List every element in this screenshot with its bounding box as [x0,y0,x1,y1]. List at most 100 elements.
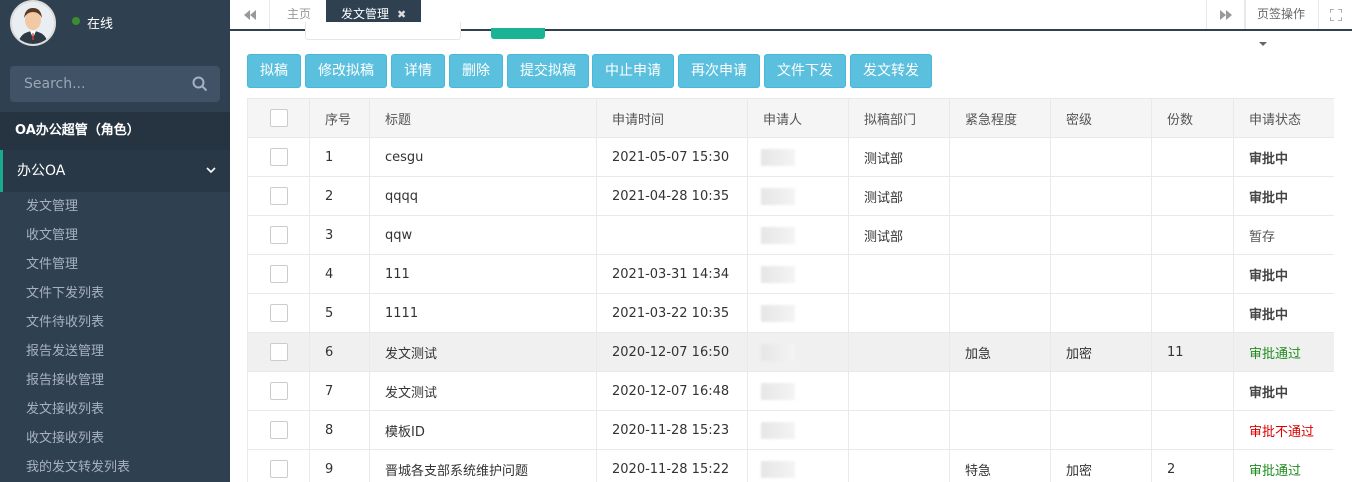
filter-input[interactable] [305,22,461,40]
avatar[interactable] [10,0,56,46]
cell-applicant [747,215,849,255]
cell-no: 3 [309,215,370,255]
edit-draft-button[interactable]: 修改拟稿 [305,54,387,88]
role-title: OA办公超管（角色） [0,112,230,150]
filter-search-button[interactable] [491,28,545,39]
sidebar-search [10,66,220,102]
table-row[interactable]: 8 模板ID 2020-11-28 15:23 审批不通过 [247,410,1334,450]
table-row[interactable]: 1 cesgu 2021-05-07 15:30 测试部 审批中 [247,137,1334,177]
cell-dept [848,254,950,294]
sidebar-item-report-send-management[interactable]: 报告发送管理 [0,337,230,366]
row-checkbox[interactable] [269,304,288,322]
table-row[interactable]: 7 发文测试 2020-12-07 16:48 审批中 [247,371,1334,411]
cell-urgency [949,254,1051,294]
cell-urgency [949,215,1051,255]
row-checkbox[interactable] [269,187,288,205]
row-checkbox[interactable] [269,265,288,283]
cell-copies [1151,254,1234,294]
row-checkbox-cell [247,215,310,255]
detail-button[interactable]: 详情 [391,54,445,88]
column-header[interactable]: 申请时间 [596,98,748,138]
table-row[interactable]: 9 晋城各支部系统维护问题 2020-11-28 15:22 特急 加密 2 审… [247,449,1334,482]
cell-no: 8 [309,410,370,450]
cell-dept: 测试部 [848,176,950,216]
cell-time: 2021-05-07 15:30 [596,137,748,177]
column-header[interactable]: 序号 [309,98,370,138]
cell-title: 晋城各支部系统维护问题 [369,449,597,482]
column-header[interactable]: 份数 [1151,98,1234,138]
cell-status: 审批中 [1233,254,1334,294]
cell-no: 6 [309,332,370,372]
cell-applicant [747,449,849,482]
cell-dept: 测试部 [848,137,950,177]
cell-urgency [949,176,1051,216]
tab-scroll-right-button[interactable] [1206,0,1246,29]
cell-urgency [949,410,1051,450]
cell-secret: 加密 [1050,449,1152,482]
user-avatar-icon [12,2,54,44]
select-all-checkbox[interactable] [269,109,288,127]
cell-status: 审批不通过 [1233,410,1334,450]
cell-dept [848,332,950,372]
cell-copies [1151,371,1234,411]
table-row[interactable]: 4 111 2021-03-31 14:34 审批中 [247,254,1334,294]
header-checkbox-cell [247,98,310,138]
close-icon[interactable]: ✖ [397,8,406,21]
row-checkbox[interactable] [269,148,288,166]
forward-dispatch-button[interactable]: 发文转发 [850,54,932,88]
row-checkbox[interactable] [269,421,288,439]
row-checkbox[interactable] [269,226,288,244]
submit-draft-button[interactable]: 提交拟稿 [507,54,589,88]
sidebar-item-receipt-receive-list[interactable]: 收文接收列表 [0,424,230,453]
draft-button[interactable]: 拟稿 [247,54,301,88]
row-checkbox[interactable] [269,343,288,361]
delete-button[interactable]: 删除 [449,54,503,88]
redacted-applicant [761,343,795,361]
search-icon[interactable] [192,76,208,92]
distribute-file-button[interactable]: 文件下发 [764,54,846,88]
cell-status: 审批中 [1233,293,1334,333]
column-header[interactable]: 标题 [369,98,597,138]
column-header[interactable]: 申请人 [747,98,849,138]
sidebar-item-file-distribution-list[interactable]: 文件下发列表 [0,279,230,308]
reapply-button[interactable]: 再次申请 [678,54,760,88]
sidebar-item-my-forward-list[interactable]: 我的发文转发列表 [0,453,230,482]
table-row[interactable]: 5 1111 2021-03-22 10:35 审批中 [247,293,1334,333]
column-header[interactable]: 拟稿部门 [848,98,950,138]
tab-scroll-left-button[interactable] [230,0,270,29]
sidebar: 在线 OA办公超管（角色） 办公OA 发文管理 收文管理 文件管理 文件下发列表… [0,0,230,482]
column-header[interactable]: 密级 [1050,98,1152,138]
sidebar-item-dispatch-management[interactable]: 发文管理 [0,192,230,221]
row-checkbox[interactable] [269,460,288,478]
menu-group-office-oa[interactable]: 办公OA [0,150,230,192]
online-status-icon [72,17,80,25]
column-header[interactable]: 申请状态 [1233,98,1334,138]
cell-time: 2020-12-07 16:50 [596,332,748,372]
dispatch-table: 序号 标题 申请时间 申请人 拟稿部门 紧急程度 密级 份数 申请状态 1 ce… [247,98,1334,482]
table-row[interactable]: 3 qqw 测试部 暂存 [247,215,1334,255]
sidebar-item-receipt-management[interactable]: 收文管理 [0,221,230,250]
search-input[interactable] [10,66,185,102]
page-ops-dropdown[interactable]: 页签操作 [1244,0,1318,46]
sidebar-item-report-receive-management[interactable]: 报告接收管理 [0,366,230,395]
cell-secret [1050,215,1152,255]
cell-urgency: 加急 [949,332,1051,372]
table-header-row: 序号 标题 申请时间 申请人 拟稿部门 紧急程度 密级 份数 申请状态 [247,98,1334,138]
cell-urgency [949,371,1051,411]
abort-application-button[interactable]: 中止申请 [592,54,674,88]
online-status-text: 在线 [87,17,114,32]
cell-title: 1111 [369,293,597,333]
redacted-applicant [761,265,795,283]
row-checkbox[interactable] [269,382,288,400]
fullscreen-button[interactable] [1318,0,1352,29]
cell-copies: 11 [1151,332,1234,372]
sidebar-item-file-pending-list[interactable]: 文件待收列表 [0,308,230,337]
column-header[interactable]: 紧急程度 [949,98,1051,138]
table-row[interactable]: 6 发文测试 2020-12-07 16:50 加急 加密 11 审批通过 [247,332,1334,372]
sidebar-item-file-management[interactable]: 文件管理 [0,250,230,279]
table-row[interactable]: 2 qqqq 2021-04-28 10:35 测试部 审批中 [247,176,1334,216]
sidebar-item-dispatch-receive-list[interactable]: 发文接收列表 [0,395,230,424]
cell-secret [1050,410,1152,450]
row-checkbox-cell [247,254,310,294]
cell-copies [1151,137,1234,177]
